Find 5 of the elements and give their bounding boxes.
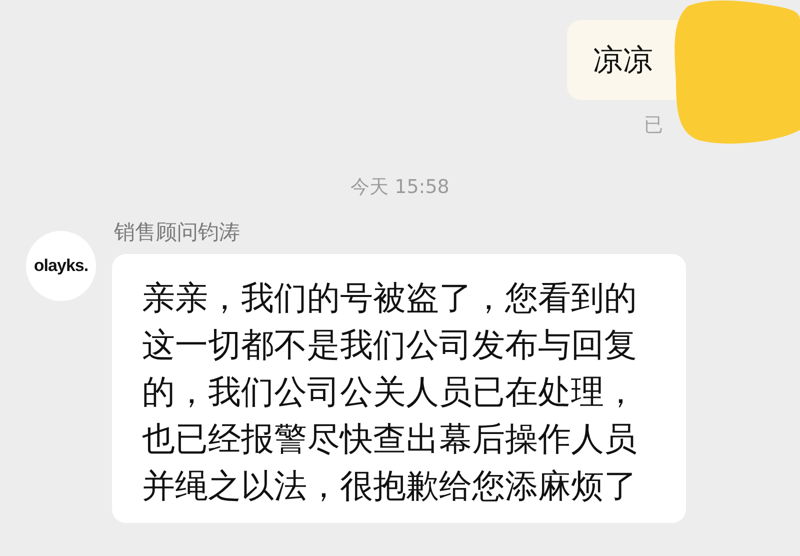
read-status: 已: [644, 113, 663, 138]
message-bubble: 亲亲，我们的号被盗了，您看到的这一切都不是我们公司发布与回复的，我们公司公关人员已在处理，也已经报警尽快查出幕后操作人员并绳之以法，很抱歉给您添麻烦了: [112, 254, 686, 523]
avatar[interactable]: olayks.: [26, 231, 96, 301]
timestamp: 今天 15:58: [350, 175, 450, 200]
sender-name: 销售顾问钧涛: [114, 219, 241, 246]
